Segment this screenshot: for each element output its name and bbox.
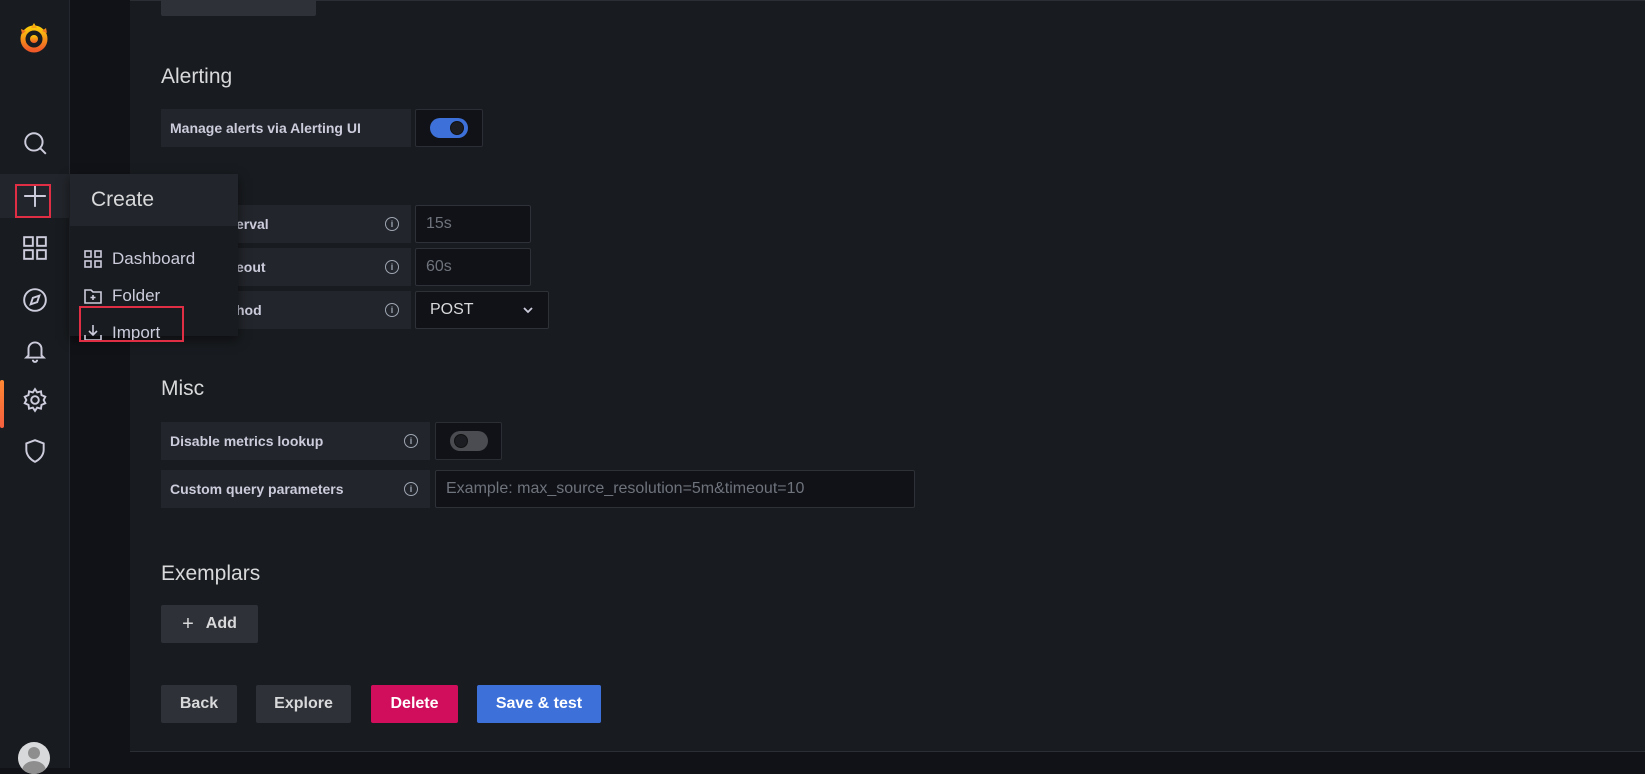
user-avatar[interactable]: [18, 742, 50, 774]
nav-server-admin[interactable]: [0, 429, 70, 473]
shield-icon: [25, 439, 45, 463]
plus-icon: +: [182, 612, 194, 635]
nav-alerting[interactable]: [0, 328, 70, 372]
nav-explore[interactable]: [0, 278, 70, 322]
menu-item-label: Dashboard: [112, 249, 196, 268]
add-exemplar-button[interactable]: + Add: [161, 605, 258, 643]
exemplars-title: Exemplars: [161, 562, 261, 585]
misc-title: Misc: [161, 377, 205, 400]
nav-configuration[interactable]: [0, 378, 70, 428]
info-icon[interactable]: i: [385, 217, 399, 231]
info-icon[interactable]: i: [385, 260, 399, 274]
chevron-down-icon: [523, 307, 533, 314]
menu-item-label: Folder: [112, 286, 161, 305]
info-icon[interactable]: i: [404, 482, 418, 496]
manage-alerts-toggle[interactable]: [415, 109, 483, 147]
info-icon[interactable]: i: [385, 303, 399, 317]
http-method-value: POST: [430, 301, 474, 318]
explore-button[interactable]: Explore: [256, 685, 351, 723]
http-method-select[interactable]: POST: [415, 291, 549, 329]
delete-button[interactable]: Delete: [371, 685, 458, 723]
custom-query-label: Custom query parameters: [161, 470, 430, 508]
scrape-interval-input[interactable]: [415, 205, 531, 243]
nav-dashboards[interactable]: [0, 226, 70, 270]
add-header-button[interactable]: [161, 0, 316, 16]
import-highlight-box: [79, 306, 184, 342]
info-icon[interactable]: i: [404, 434, 418, 448]
toggle-switch: [430, 118, 468, 138]
back-button[interactable]: Back: [161, 685, 237, 723]
create-menu-title: Create: [70, 174, 238, 226]
gutter: [71, 0, 130, 768]
apps-icon: [84, 250, 102, 268]
folder-plus-icon: [84, 289, 102, 304]
grid-icon: [23, 236, 47, 260]
disable-metrics-label: Disable metrics lookup: [161, 422, 430, 460]
search-icon: [24, 132, 47, 155]
toggle-switch: [449, 431, 488, 451]
menu-item-dashboard[interactable]: Dashboard: [84, 244, 195, 274]
save-test-button[interactable]: Save & test: [477, 685, 601, 723]
add-exemplar-label: Add: [205, 615, 237, 632]
grafana-logo-icon[interactable]: [16, 20, 52, 56]
compass-icon: [23, 288, 47, 312]
gear-icon: [23, 387, 47, 413]
disable-metrics-toggle[interactable]: [435, 422, 502, 460]
create-highlight-box: [15, 184, 51, 218]
sidebar: [0, 0, 70, 774]
manage-alerts-label: Manage alerts via Alerting UI: [161, 109, 411, 147]
nav-search[interactable]: [0, 121, 70, 165]
alerting-title: Alerting: [161, 65, 233, 88]
bell-icon: [23, 341, 47, 363]
custom-query-input[interactable]: [435, 470, 915, 508]
query-timeout-input[interactable]: [415, 248, 531, 286]
